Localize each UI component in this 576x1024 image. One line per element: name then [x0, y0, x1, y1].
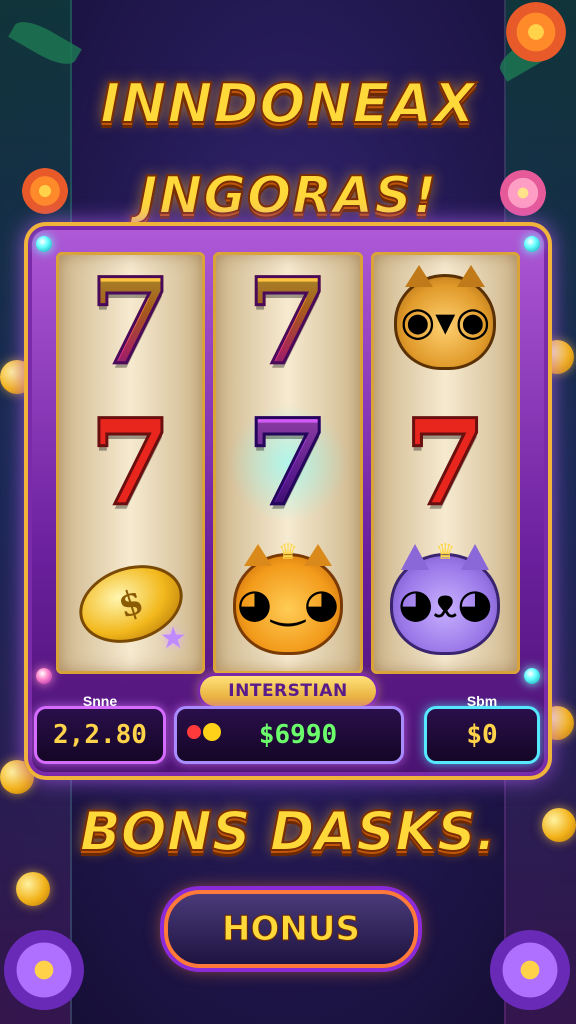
reel-symbol: 7	[218, 256, 358, 388]
bet-label: Sbm	[466, 693, 498, 709]
win-value: $6990	[258, 720, 338, 750]
reel-symbol: ♛ ◕‿◕	[218, 538, 358, 670]
gem-icon	[36, 668, 52, 684]
tiger-warrior-icon: ◉▾◉	[394, 265, 497, 371]
interstitial-banner: INTERSTIAN	[200, 676, 376, 706]
flower-icon	[506, 2, 566, 62]
tiara-icon: ♛	[435, 539, 456, 565]
reel-symbol: 7	[218, 397, 358, 529]
balance-panel: Snne 2,2.80	[34, 693, 166, 764]
reel-symbol: ♛ ◕ᴥ◕	[375, 538, 515, 670]
balance-label: Snne	[82, 693, 118, 709]
reel-symbol: 7	[375, 397, 515, 529]
bet-panel: Sbm $0	[424, 693, 540, 764]
reel-area: 7 7 $ ★ 7 7 ♛ ◕‿◕ ◉▾◉ 7 ♛ ◕ᴥ◕	[56, 252, 520, 674]
coin-icon	[16, 872, 50, 906]
gem-icon	[36, 236, 52, 252]
flower-icon	[490, 930, 570, 1010]
reel-2[interactable]: 7 7 ♛ ◕‿◕	[213, 252, 363, 674]
cat-icon: ♛ ◕ᴥ◕	[390, 540, 501, 655]
reel-symbol: 7	[61, 397, 201, 529]
reel-3[interactable]: ◉▾◉ 7 ♛ ◕ᴥ◕	[370, 252, 520, 674]
bonus-button[interactable]: HONUS	[164, 890, 418, 968]
reel-1[interactable]: 7 7 $ ★	[56, 252, 206, 674]
indicator-dots-icon	[187, 723, 221, 741]
reel-symbol: $ ★	[61, 538, 201, 670]
balance-value: 2,2.80	[53, 720, 147, 750]
seven-symbol: 7	[403, 392, 488, 532]
bet-value: $0	[466, 720, 498, 750]
bonus-title: BONS DASKS.	[79, 799, 498, 864]
game-title-line1: INNDONEAX	[99, 71, 476, 136]
game-title-line2: JNGORAS!	[137, 165, 438, 227]
crown-icon: ♛	[278, 539, 298, 565]
star-gem-icon: ★	[159, 620, 187, 656]
seven-symbol: 7	[245, 392, 330, 532]
seven-symbol: 7	[88, 252, 173, 392]
seven-symbol: 7	[88, 392, 173, 532]
win-panel: $6990	[174, 706, 404, 764]
flower-icon	[4, 930, 84, 1010]
lion-icon: ♛ ◕‿◕	[232, 540, 343, 655]
seven-symbol: 7	[245, 252, 330, 392]
gem-icon	[524, 668, 540, 684]
reel-symbol: ◉▾◉	[375, 256, 515, 388]
coin-glyph: $	[113, 580, 149, 627]
reel-symbol: 7	[61, 256, 201, 388]
slot-machine: 7 7 $ ★ 7 7 ♛ ◕‿◕ ◉▾◉ 7 ♛ ◕ᴥ◕ INTERSTIAN…	[24, 222, 552, 780]
gem-icon	[524, 236, 540, 252]
